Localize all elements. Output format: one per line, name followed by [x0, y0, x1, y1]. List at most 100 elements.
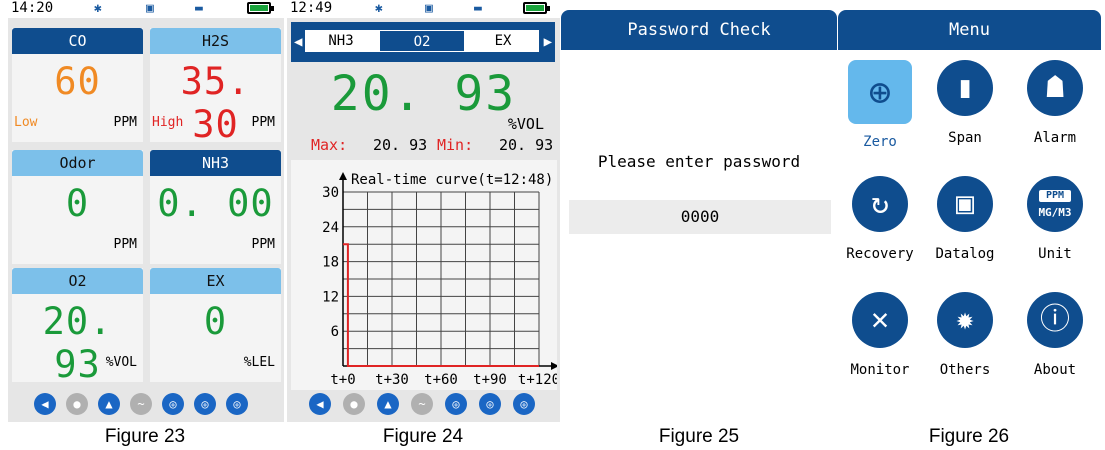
info-icon: ⓘ — [1027, 292, 1083, 348]
menu-item-span[interactable]: ▮ Span — [922, 60, 1008, 146]
caption-figure-26: Figure 26 — [928, 426, 1010, 447]
tab-left-arrow-icon[interactable]: ◀ — [294, 34, 302, 50]
page-title: Password Check — [561, 10, 837, 50]
floppy-disk-icon: ▣ — [937, 176, 993, 232]
y-tick-label: 6 — [331, 324, 339, 340]
sensor-name: EX — [150, 268, 281, 294]
tab-o2[interactable]: O2 — [379, 30, 465, 52]
printer-icon: ▬ — [474, 1, 482, 16]
menu-item-label: Unit — [1038, 246, 1072, 262]
function-icon-row: ◀ ● ▲ ~ ◎ ◎ ◎ — [287, 393, 560, 419]
x-tick-label: t+120 — [518, 372, 557, 388]
unit-ppm-icon: PPM MG/M3 — [1027, 176, 1083, 232]
refresh-icon: ↻ — [852, 176, 908, 232]
sensor-unit: PPM — [251, 115, 275, 130]
save-icon: ▣ — [425, 1, 433, 16]
y-tick-label: 24 — [322, 220, 339, 236]
pump-icon-2[interactable]: ◎ — [479, 393, 501, 415]
status-bar: 14:20 ✱ ▣ ▬ — [8, 0, 284, 18]
gear-icon: ✹ — [937, 292, 993, 348]
sensor-name: CO — [12, 28, 143, 54]
sensor-value: 20. 93 — [42, 300, 113, 386]
sensor-card-ex[interactable]: EX 0 %LEL — [150, 268, 281, 382]
tab-right-arrow-icon[interactable]: ▶ — [544, 34, 552, 50]
y-tick-label: 30 — [322, 185, 339, 201]
menu-item-zero[interactable]: ⊕ Zero — [838, 60, 923, 150]
sensor-unit: %VOL — [105, 355, 137, 370]
sensor-value: 60 — [54, 60, 101, 103]
sensor-name: Odor — [12, 150, 143, 176]
menu-item-recovery[interactable]: ↻ Recovery — [838, 176, 923, 262]
sensor-value: 35. 30 — [180, 60, 251, 146]
pump-icon-3[interactable]: ◎ — [226, 393, 248, 415]
menu-item-unit[interactable]: PPM MG/M3 Unit — [1012, 176, 1098, 262]
unit-ppm-text: PPM — [1039, 190, 1071, 202]
password-field[interactable]: 0000 — [569, 200, 831, 234]
min-label: Min: — [437, 136, 474, 154]
sensor-card-nh3[interactable]: NH3 0. 00 PPM — [150, 150, 281, 264]
menu-item-about[interactable]: ⓘ About — [1012, 292, 1098, 378]
lock-icon[interactable]: ▲ — [377, 393, 399, 415]
vibrate-icon[interactable]: ~ — [411, 393, 433, 415]
sensor-unit: PPM — [113, 237, 137, 252]
sensor-card-odor[interactable]: Odor 0 PPM — [12, 150, 143, 264]
caption-figure-24: Figure 24 — [382, 426, 464, 447]
gas-tab-bar: ◀ NH3 O2 EX ▶ — [291, 22, 555, 62]
x-tick-label: t+0 — [330, 372, 355, 388]
pump-icon[interactable]: ◎ — [162, 393, 184, 415]
vibrate-icon[interactable]: ~ — [130, 393, 152, 415]
alarm-level: Low — [14, 115, 38, 130]
figure-26-screen: Menu ⊕ Zero ▮ Span ☗ Alarm ↻ Recovery ▣ Datalog PP… — [838, 0, 1101, 422]
function-icon-row: ◀ ● ▲ ~ ◎ ◎ ◎ — [8, 393, 284, 419]
menu-item-datalog[interactable]: ▣ Datalog — [922, 176, 1008, 262]
x-axis-arrow-icon — [551, 362, 559, 370]
tab-nh3[interactable]: NH3 — [305, 30, 377, 52]
menu-item-label: Others — [939, 362, 991, 378]
x-tick-label: t+60 — [424, 372, 458, 388]
lock-icon[interactable]: ▲ — [98, 393, 120, 415]
y-axis-arrow-icon — [339, 172, 347, 180]
sensor-name: NH3 — [150, 150, 281, 176]
caption-figure-23: Figure 23 — [104, 426, 186, 447]
sensor-card-co[interactable]: CO 60 Low PPM — [12, 28, 143, 142]
page-title: Menu — [838, 10, 1101, 50]
x-tick-label: t+90 — [473, 372, 507, 388]
menu-item-monitor[interactable]: ✕ Monitor — [838, 292, 923, 378]
tab-ex[interactable]: EX — [467, 30, 539, 52]
menu-item-label: Zero — [863, 134, 897, 150]
sensor-unit: %LEL — [243, 355, 275, 370]
menu-item-alarm[interactable]: ☗ Alarm — [1012, 60, 1098, 146]
save-icon: ▣ — [146, 1, 154, 16]
sensor-card-o2[interactable]: O2 20. 93 %VOL — [12, 268, 143, 386]
min-value: 20. 93 — [499, 136, 554, 154]
light-bulb-icon[interactable]: ● — [66, 393, 88, 415]
sensor-unit: PPM — [251, 237, 275, 252]
pump-icon[interactable]: ◎ — [445, 393, 467, 415]
bluetooth-icon: ✱ — [375, 1, 383, 16]
sensor-value: 0. 00 — [157, 182, 274, 225]
speaker-icon[interactable]: ◀ — [34, 393, 56, 415]
sensor-card-h2s[interactable]: H2S 35. 30 High PPM — [150, 28, 281, 146]
pump-icon-2[interactable]: ◎ — [194, 393, 216, 415]
max-value: 20. 93 — [373, 136, 428, 154]
battery-icon — [247, 2, 274, 14]
alarm-level: High — [152, 115, 184, 130]
gas-cylinder-icon: ▮ — [937, 60, 993, 116]
chart-title: Real-time curve(t=12:48) — [351, 172, 553, 188]
unit-mgm3-text: MG/M3 — [1038, 206, 1072, 219]
pump-icon-3[interactable]: ◎ — [513, 393, 535, 415]
realtime-curve-svg: Real-time curve(t=12:48) 30 24 18 12 6 t+0 t+30… — [322, 172, 560, 388]
tools-icon: ✕ — [852, 292, 908, 348]
menu-item-others[interactable]: ✹ Others — [922, 292, 1008, 378]
light-bulb-icon[interactable]: ● — [343, 393, 365, 415]
status-bar: 12:49 ✱ ▣ ▬ — [287, 0, 560, 18]
battery-icon — [523, 2, 550, 14]
printer-icon: ▬ — [195, 1, 203, 16]
alarm-light-icon: ☗ — [1027, 60, 1083, 116]
y-tick-label: 18 — [322, 255, 339, 271]
menu-item-label: Alarm — [1033, 130, 1077, 146]
crosshair-icon: ⊕ — [848, 60, 912, 124]
figure-23-screen: 14:20 ✱ ▣ ▬ CO 60 Low PPM H2S 35. 30 High PPM Od… — [8, 0, 284, 422]
speaker-icon[interactable]: ◀ — [309, 393, 331, 415]
max-label: Max: — [311, 136, 348, 154]
